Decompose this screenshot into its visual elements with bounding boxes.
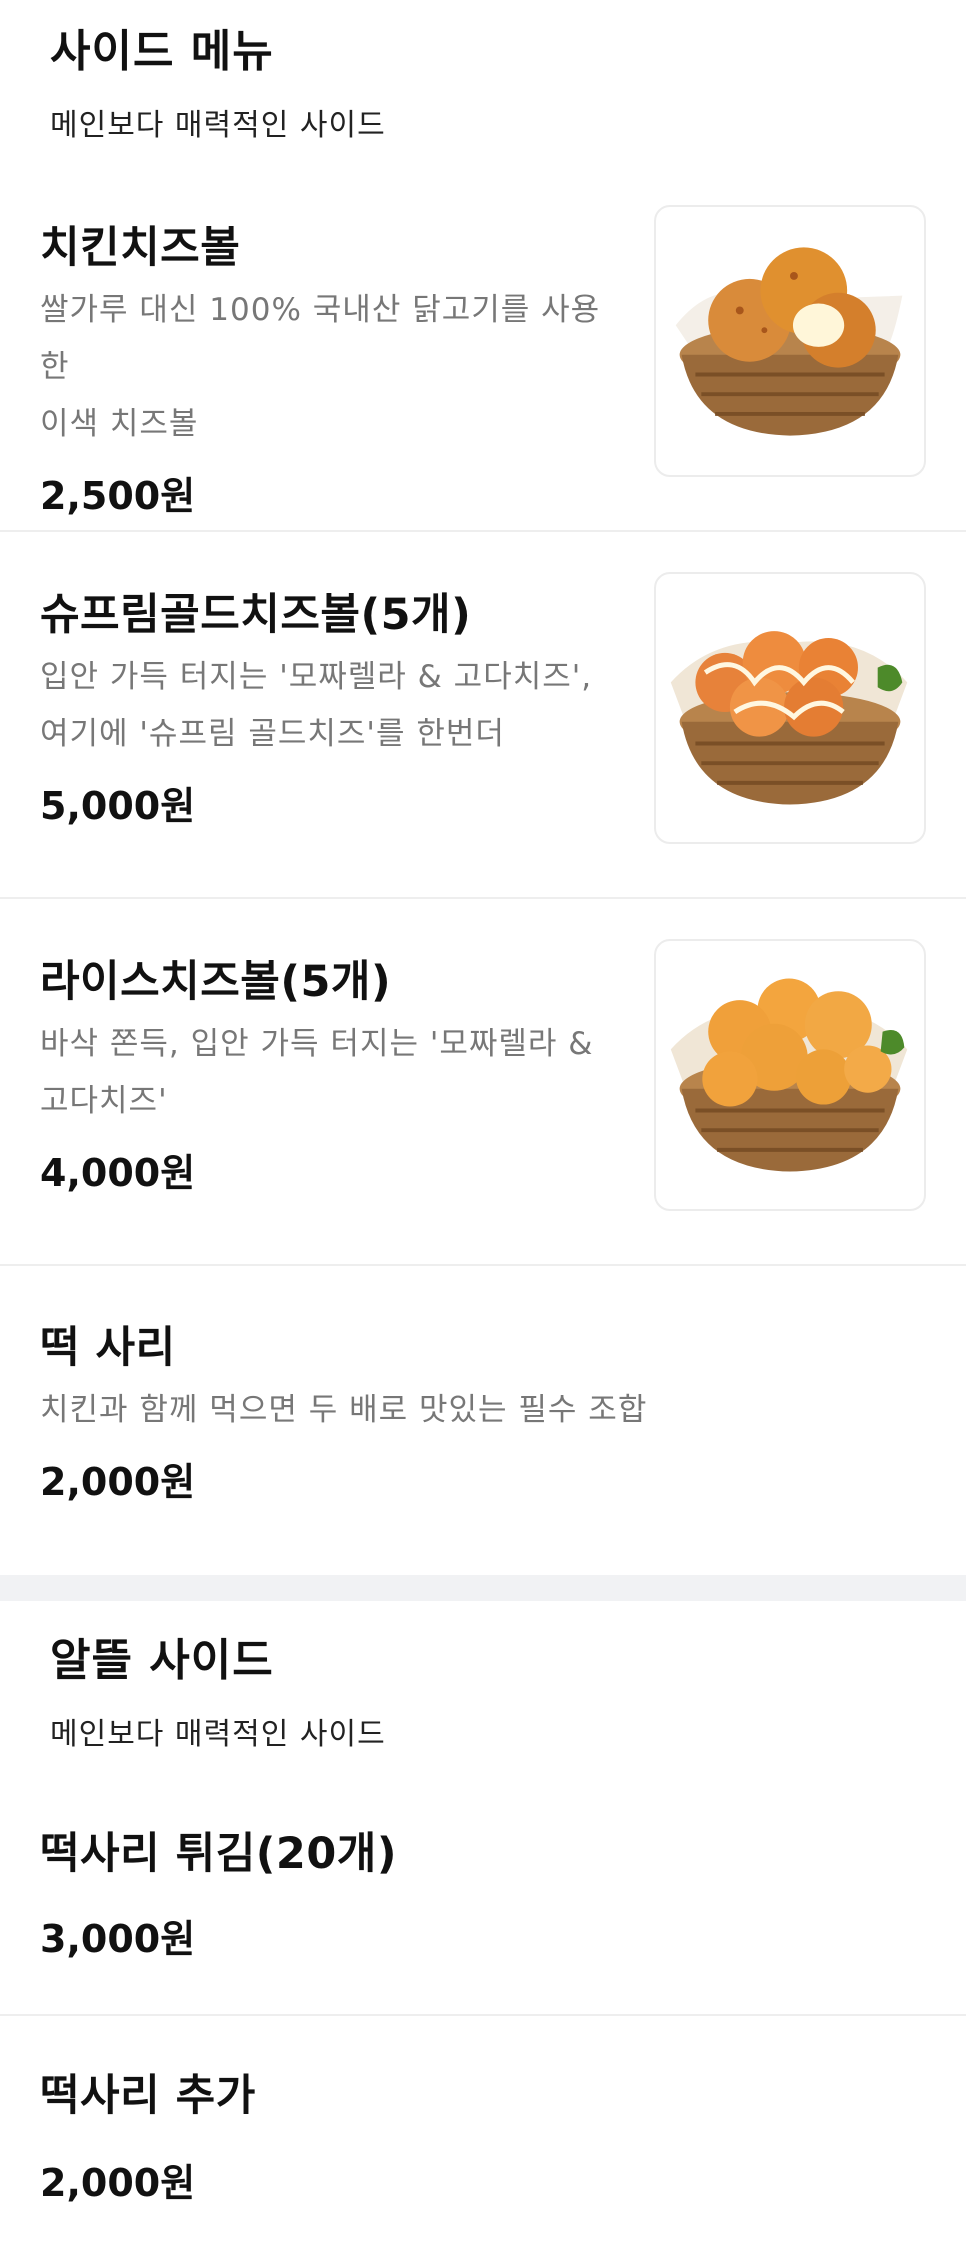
menu-item-price: 4,000원 — [40, 1151, 196, 1195]
section-subtitle: 메인보다 매력적인 사이드 — [50, 108, 386, 143]
menu-item-price: 5,000원 — [40, 784, 196, 828]
menu-item-description: 입안 가득 터지는 '모짜렐라 & 고다치즈', 여기에 '슈프림 골드치즈'를… — [40, 649, 620, 763]
menu-item-description-line: 이색 치즈볼 — [40, 406, 199, 442]
menu-item-info: 치킨치즈볼 쌀가루 대신 100% 국내산 닭고기를 사용한 이색 치즈볼 2,… — [40, 180, 620, 519]
menu-item-rice-cheese-ball[interactable]: 라이스치즈볼(5개) 바삭 쫀득, 입안 가득 터지는 '모짜렐라 & 고다치즈… — [0, 899, 966, 1266]
menu-item-rice-cake[interactable]: 떡 사리 치킨과 함께 먹으면 두 배로 맛있는 필수 조합 2,000원 — [0, 1266, 966, 1575]
menu-item-info: 떡사리 추가 2,000원 — [40, 2016, 940, 2206]
section-title: 알뜰 사이드 — [50, 1635, 274, 1686]
menu-item-description: 치킨과 함께 먹으면 두 배로 맛있는 필수 조합 — [40, 1382, 940, 1439]
menu-item-fried-rice-cake[interactable]: 떡사리 튀김(20개) 3,000원 — [0, 1790, 966, 2016]
menu-item-price: 3,000원 — [40, 1917, 196, 1961]
menu-item-price: 2,000원 — [40, 2161, 196, 2205]
rice-cheese-ball-photo-icon[interactable] — [654, 939, 926, 1211]
menu-item-description-line: 여기에 '슈프림 골드치즈'를 한번더 — [40, 716, 505, 752]
menu-item-price: 2,000원 — [40, 1460, 196, 1504]
menu-item-info: 라이스치즈볼(5개) 바삭 쫀득, 입안 가득 터지는 '모짜렐라 & 고다치즈… — [40, 899, 620, 1196]
menu-item-name: 슈프림골드치즈볼(5개) — [40, 590, 472, 640]
menu-item-price: 2,500원 — [40, 474, 196, 518]
menu-item-add-rice-cake[interactable]: 떡사리 추가 2,000원 — [0, 2016, 966, 2261]
side-menu-page: 사이드 메뉴 메인보다 매력적인 사이드 치킨치즈볼 쌀가루 대신 100% 국… — [0, 0, 966, 2261]
menu-item-name: 치킨치즈볼 — [40, 223, 241, 273]
menu-item-name: 떡사리 튀김(20개) — [40, 1829, 397, 1879]
section-divider — [0, 1575, 966, 1601]
supreme-gold-cheese-ball-photo-icon[interactable] — [654, 572, 926, 844]
menu-item-description-line: 입안 가득 터지는 '모짜렐라 & 고다치즈', — [40, 659, 593, 695]
menu-item-name: 떡사리 추가 — [40, 2071, 256, 2121]
menu-item-name: 떡 사리 — [40, 1323, 176, 1373]
menu-item-description-line: 고다치즈' — [40, 1083, 168, 1119]
menu-item-chicken-cheese-ball[interactable]: 치킨치즈볼 쌀가루 대신 100% 국내산 닭고기를 사용한 이색 치즈볼 2,… — [0, 180, 966, 532]
menu-item-info: 슈프림골드치즈볼(5개) 입안 가득 터지는 '모짜렐라 & 고다치즈', 여기… — [40, 532, 620, 829]
menu-item-description-line: 바삭 쫀득, 입안 가득 터지는 '모짜렐라 & — [40, 1026, 594, 1062]
chicken-cheese-ball-photo-icon[interactable] — [654, 205, 926, 477]
menu-item-description: 쌀가루 대신 100% 국내산 닭고기를 사용한 이색 치즈볼 — [40, 282, 620, 453]
menu-item-supreme-gold-cheese-ball[interactable]: 슈프림골드치즈볼(5개) 입안 가득 터지는 '모짜렐라 & 고다치즈', 여기… — [0, 532, 966, 899]
menu-item-info: 떡사리 튀김(20개) 3,000원 — [40, 1790, 940, 1962]
section-side-menu: 사이드 메뉴 메인보다 매력적인 사이드 — [0, 0, 966, 144]
section-budget-side: 알뜰 사이드 메인보다 매력적인 사이드 — [0, 1601, 966, 1753]
menu-item-name: 라이스치즈볼(5개) — [40, 957, 392, 1007]
menu-item-description-line: 치킨과 함께 먹으면 두 배로 맛있는 필수 조합 — [40, 1392, 648, 1428]
section-title: 사이드 메뉴 — [50, 26, 274, 77]
section-header: 사이드 메뉴 메인보다 매력적인 사이드 — [0, 0, 966, 144]
section-subtitle: 메인보다 매력적인 사이드 — [50, 1717, 386, 1752]
menu-item-info: 떡 사리 치킨과 함께 먹으면 두 배로 맛있는 필수 조합 2,000원 — [40, 1266, 940, 1505]
section-header: 알뜰 사이드 메인보다 매력적인 사이드 — [0, 1601, 966, 1753]
menu-item-description-line: 쌀가루 대신 100% 국내산 닭고기를 사용한 — [40, 292, 601, 385]
menu-item-description: 바삭 쫀득, 입안 가득 터지는 '모짜렐라 & 고다치즈' — [40, 1016, 620, 1130]
